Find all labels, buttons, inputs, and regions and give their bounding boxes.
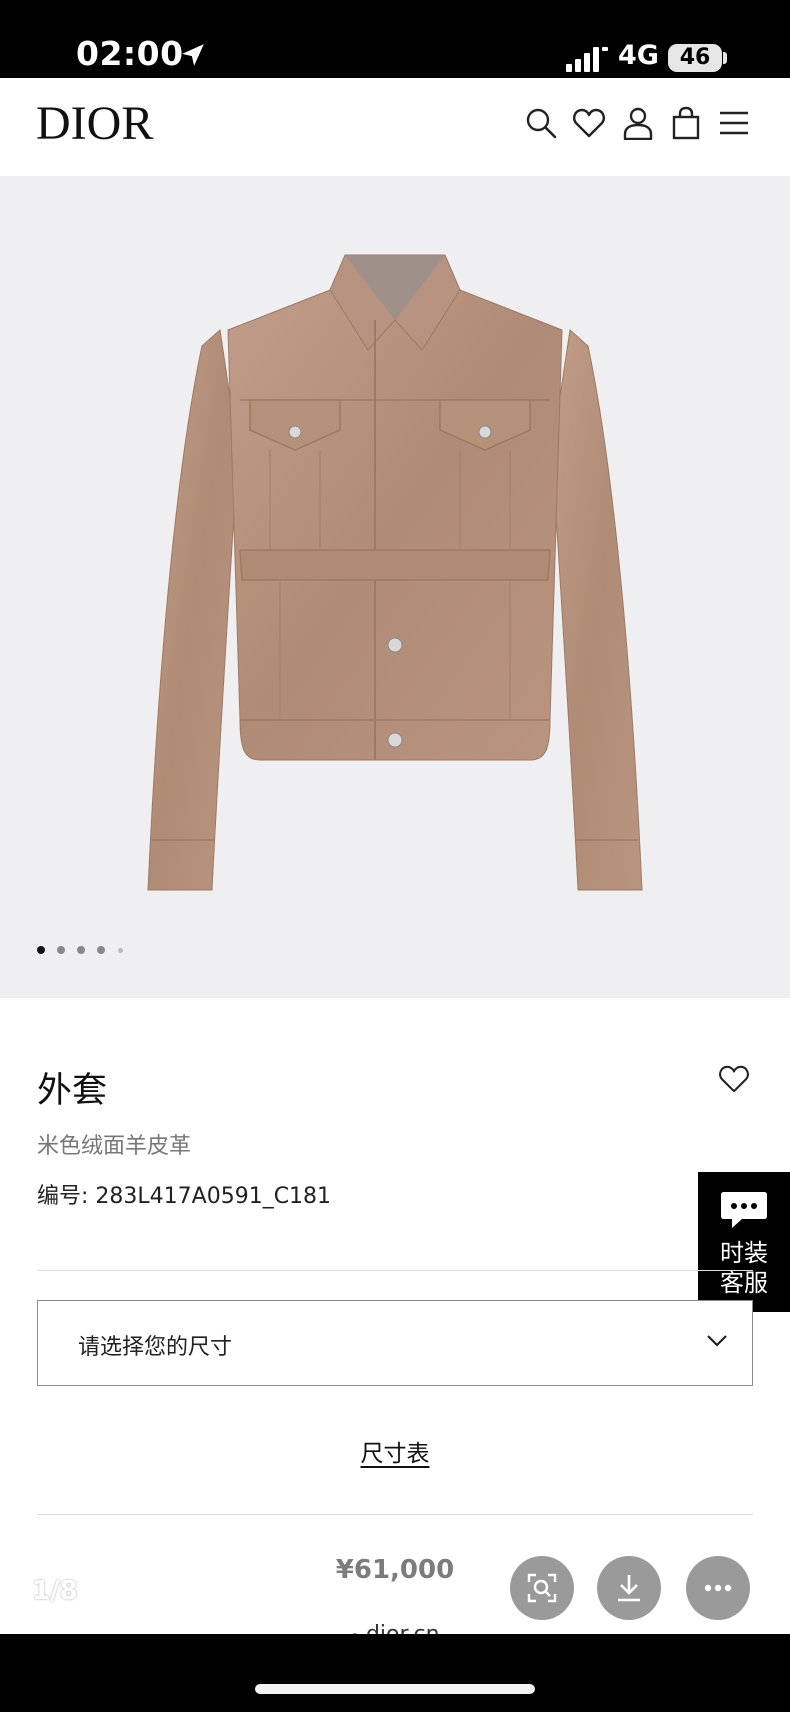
gallery-dot-5[interactable] — [118, 948, 123, 953]
fashion-customer-service-button[interactable]: 时装 客服 — [698, 1172, 790, 1312]
size-select-placeholder: 请选择您的尺寸 — [78, 1335, 233, 1360]
chat-bubble-icon — [721, 1192, 767, 1228]
home-indicator[interactable] — [255, 1684, 535, 1694]
page-counter: 1/8 — [32, 1576, 78, 1606]
sku-label: 编号: — [37, 1184, 89, 1209]
gallery-dot-3[interactable] — [77, 946, 85, 954]
menu-icon[interactable] — [717, 106, 751, 140]
location-arrow-icon — [182, 44, 204, 66]
viewer-overlay — [0, 1520, 790, 1638]
battery-level: 46 — [668, 44, 722, 72]
chevron-down-icon — [707, 1335, 727, 1347]
size-select[interactable]: 请选择您的尺寸 — [37, 1300, 753, 1386]
visual-search-button[interactable] — [510, 1556, 574, 1620]
divider — [37, 1270, 753, 1271]
divider — [37, 1514, 753, 1515]
bottom-bar — [0, 1634, 790, 1712]
gallery-dot-1[interactable] — [37, 946, 45, 954]
search-icon[interactable] — [524, 106, 558, 140]
chat-label-line2: 客服 — [720, 1269, 768, 1297]
heart-icon[interactable] — [572, 106, 606, 140]
chat-label: 时装 客服 — [698, 1238, 790, 1298]
dior-logo[interactable]: DIOR — [36, 96, 153, 151]
product-sku: 编号: 283L417A0591_C181 — [37, 1178, 331, 1210]
favorite-heart-icon[interactable] — [718, 1064, 750, 1094]
sku-value: 283L417A0591_C181 — [95, 1184, 332, 1209]
product-subtitle: 米色绒面羊皮革 — [37, 1134, 192, 1159]
gallery-dot-4[interactable] — [97, 946, 105, 954]
network-type: 4G — [618, 40, 659, 71]
shopping-bag-icon[interactable] — [669, 106, 703, 140]
scan-search-icon — [527, 1573, 557, 1603]
status-time: 02:00 — [76, 34, 184, 73]
download-icon — [618, 1575, 640, 1602]
more-options-button[interactable] — [686, 1556, 750, 1620]
size-chart-link[interactable]: 尺寸表 — [0, 1434, 790, 1468]
gallery-dot-2[interactable] — [57, 946, 65, 954]
size-chart-label[interactable]: 尺寸表 — [361, 1441, 430, 1467]
chat-label-line1: 时装 — [720, 1239, 768, 1267]
battery-cap — [723, 52, 727, 64]
more-dots-icon — [704, 1584, 732, 1592]
status-bar: 02:00 4G 46 — [0, 0, 790, 78]
product-title: 外套 — [37, 1071, 108, 1111]
cellular-signal-icon — [566, 47, 608, 72]
user-icon[interactable] — [621, 106, 655, 140]
download-button[interactable] — [597, 1556, 661, 1620]
product-image[interactable] — [140, 250, 650, 900]
